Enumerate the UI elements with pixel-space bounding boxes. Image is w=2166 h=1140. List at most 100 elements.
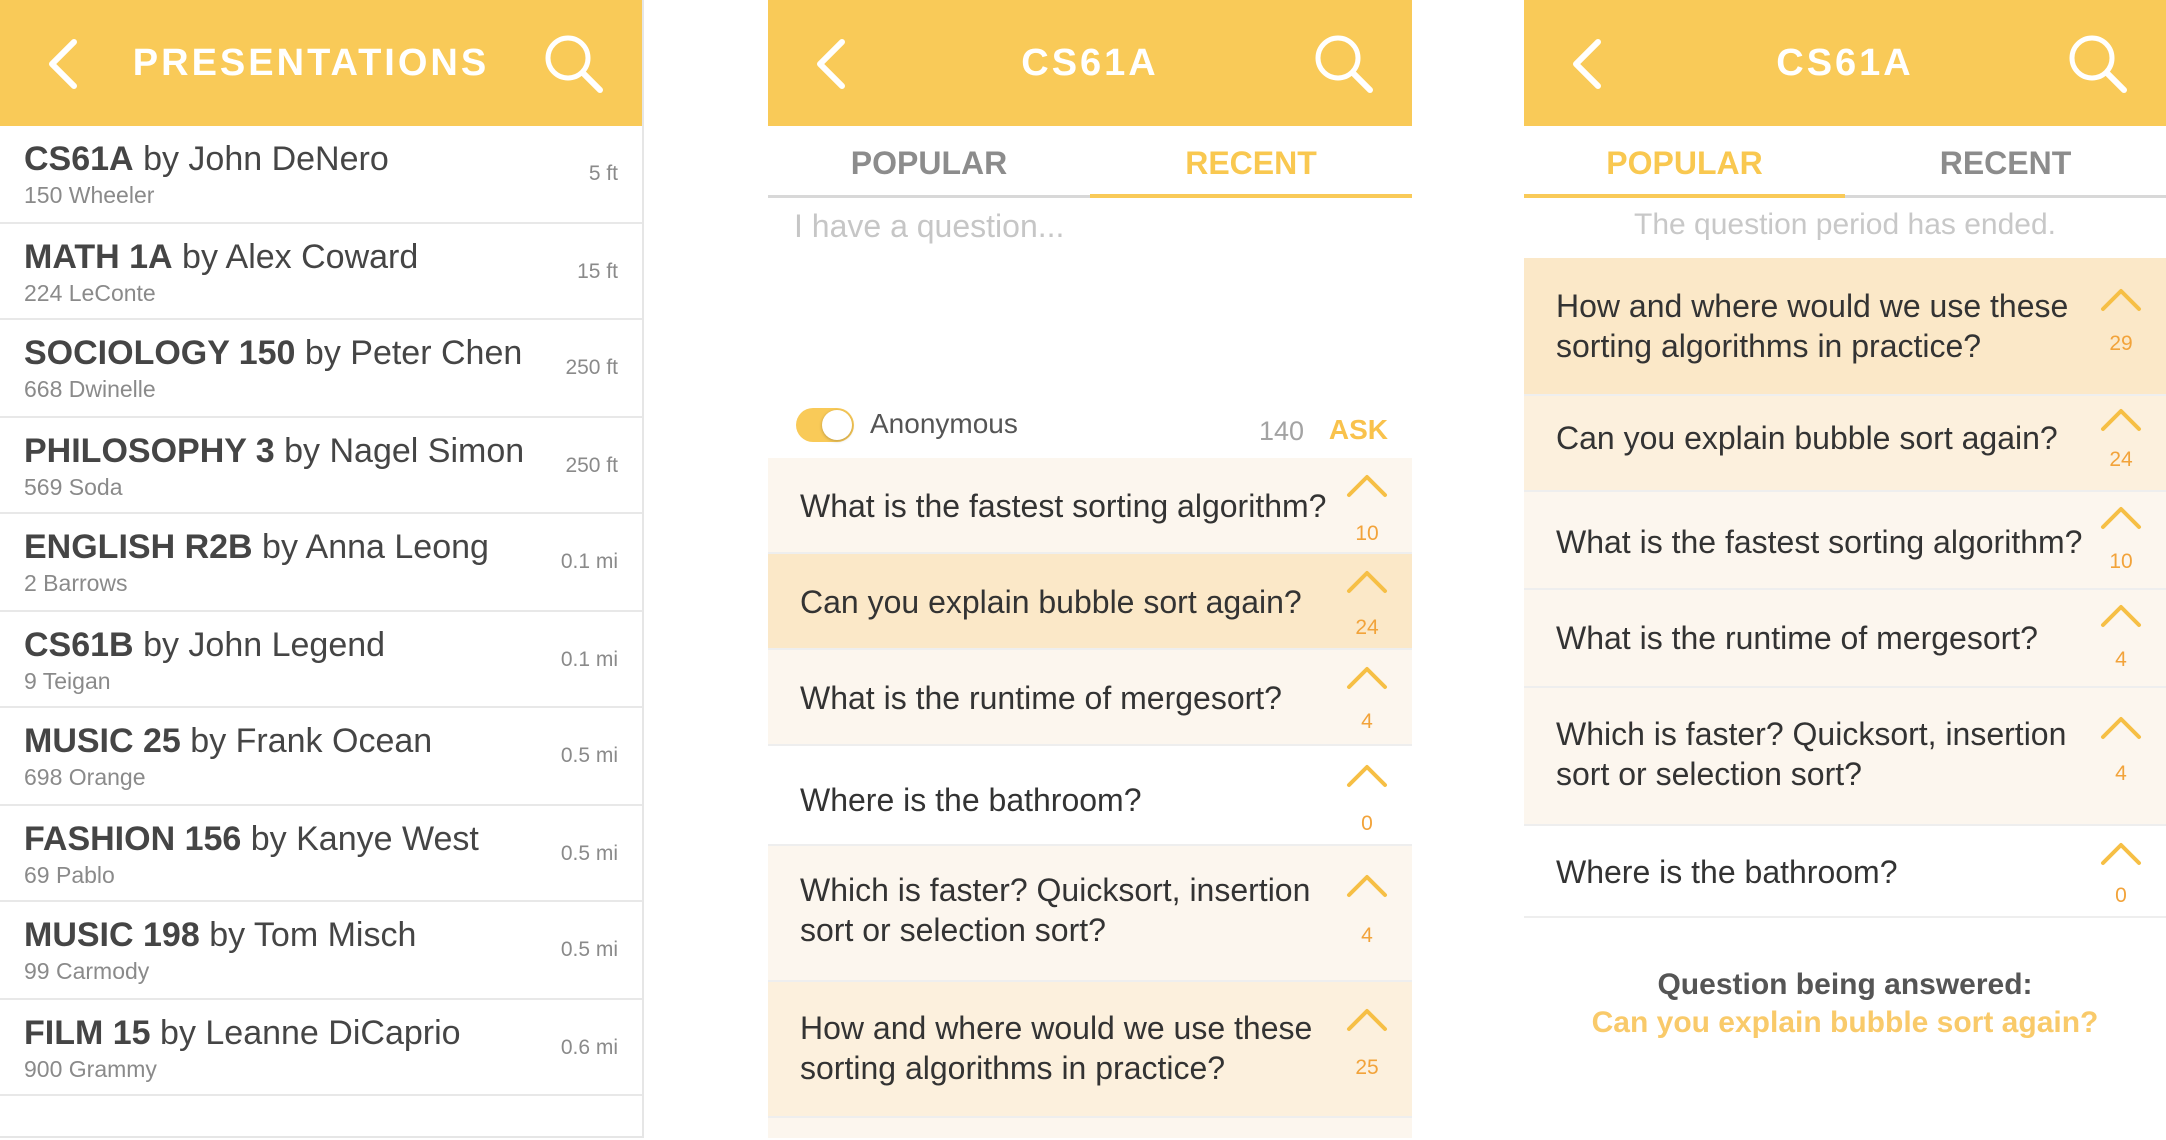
question-item[interactable]: Where is the bathroom? 0 bbox=[768, 746, 1412, 846]
course-name: CS61A bbox=[24, 140, 134, 178]
tab-underline bbox=[1524, 194, 1845, 198]
anonymous-toggle[interactable] bbox=[796, 408, 854, 442]
upvote-icon[interactable] bbox=[1346, 762, 1388, 788]
course-name: MUSIC 25 bbox=[24, 722, 181, 760]
distance: 250 ft bbox=[565, 454, 618, 477]
room-location: 9 Teigan bbox=[24, 668, 111, 694]
presenter-name: by John DeNero bbox=[143, 140, 389, 178]
question-text: What is the runtime of mergesort? bbox=[1556, 620, 2038, 656]
question-text: How and where would we use these sorting … bbox=[1556, 288, 2069, 364]
question-item[interactable]: Which is faster? Quicksort, insertion sor… bbox=[768, 846, 1412, 982]
upvote-icon[interactable] bbox=[1346, 872, 1388, 898]
presenter-name: by Tom Misch bbox=[209, 916, 417, 954]
upvote-icon[interactable] bbox=[2100, 714, 2142, 740]
sort-tabs: POPULAR RECENT bbox=[768, 126, 1412, 198]
upvote-icon[interactable] bbox=[1346, 1006, 1388, 1032]
presentation-item[interactable]: CS61B by John Legend 9 Teigan 0.1 mi bbox=[0, 612, 642, 708]
question-text: Where is the bathroom? bbox=[800, 782, 1142, 818]
class-questions-popular-screen: CS61A POPULAR RECENT The question period… bbox=[1524, 0, 2166, 1140]
presentation-item[interactable]: PHILOSOPHY 3 by Nagel Simon 569 Soda 250… bbox=[0, 418, 642, 514]
vote-count: 0 bbox=[1361, 812, 1373, 835]
presenter-name: by Peter Chen bbox=[304, 334, 523, 372]
upvote-icon[interactable] bbox=[2100, 286, 2142, 312]
question-item[interactable]: Which is faster? Quicksort, insertion sor… bbox=[1524, 688, 2166, 826]
vote-count: 0 bbox=[2115, 884, 2127, 907]
room-location: 69 Pablo bbox=[24, 862, 115, 888]
distance: 0.6 mi bbox=[560, 1036, 618, 1059]
question-list: How and where would we use these sorting … bbox=[1524, 258, 2166, 918]
answering-label: Question being answered: bbox=[1657, 968, 2033, 1001]
question-list: What is the fastest sorting algorithm? 1… bbox=[768, 458, 1412, 1138]
room-location: 698 Orange bbox=[24, 764, 146, 790]
upvote-icon[interactable] bbox=[1346, 568, 1388, 594]
distance: 15 ft bbox=[577, 260, 618, 283]
distance: 0.5 mi bbox=[560, 842, 618, 865]
ask-button[interactable]: ASK bbox=[1329, 414, 1388, 446]
upvote-icon[interactable] bbox=[1346, 664, 1388, 690]
vote-count: 24 bbox=[1355, 616, 1379, 639]
question-item[interactable]: What is the fastest sorting algorithm? 1… bbox=[1524, 492, 2166, 590]
upvote-icon[interactable] bbox=[2100, 504, 2142, 530]
tab-popular[interactable]: POPULAR bbox=[768, 126, 1090, 198]
tab-recent[interactable]: RECENT bbox=[1845, 126, 2166, 198]
anonymous-label: Anonymous bbox=[870, 408, 1018, 439]
vote-count: 4 bbox=[2115, 648, 2127, 671]
question-item[interactable]: How and where would we use these sorting … bbox=[768, 982, 1412, 1118]
vote-count: 4 bbox=[1361, 924, 1373, 947]
top-bar: PRESENTATIONS bbox=[0, 0, 642, 126]
question-item[interactable]: Can you explain bubble sort again? 24 bbox=[1524, 396, 2166, 492]
presentation-item[interactable]: FASHION 156 by Kanye West 69 Pablo 0.5 m… bbox=[0, 806, 642, 902]
question-item-partial[interactable] bbox=[768, 1118, 1412, 1138]
question-text: What is the fastest sorting algorithm? bbox=[1556, 524, 2083, 560]
upvote-icon[interactable] bbox=[1346, 472, 1388, 498]
search-icon[interactable] bbox=[2066, 32, 2128, 94]
question-item[interactable]: How and where would we use these sorting … bbox=[1524, 258, 2166, 396]
room-location: 224 LeConte bbox=[24, 280, 156, 306]
room-location: 900 Grammy bbox=[24, 1056, 157, 1082]
vote-count: 4 bbox=[2115, 762, 2127, 785]
presenter-name: by Nagel Simon bbox=[284, 432, 525, 470]
presentation-item[interactable]: FILM 15 by Leanne DiCaprio 900 Grammy 0.… bbox=[0, 1000, 642, 1096]
upvote-icon[interactable] bbox=[2100, 602, 2142, 628]
top-bar: CS61A bbox=[1524, 0, 2166, 126]
room-location: 99 Carmody bbox=[24, 958, 150, 984]
toggle-knob bbox=[822, 410, 852, 440]
presentation-item[interactable]: MUSIC 25 by Frank Ocean 698 Orange 0.5 m… bbox=[0, 708, 642, 806]
presentations-screen: PRESENTATIONS CS61A by John DeNero 150 W… bbox=[0, 0, 644, 1138]
presentation-item[interactable]: MATH 1A by Alex Coward 224 LeConte 15 ft bbox=[0, 224, 642, 320]
presentation-item[interactable]: ENGLISH R2B by Anna Leong 2 Barrows 0.1 … bbox=[0, 514, 642, 612]
presentation-item[interactable]: SOCIOLOGY 150 by Peter Chen 668 Dwinelle… bbox=[0, 320, 642, 418]
answering-question: Can you explain bubble sort again? bbox=[1591, 1006, 2099, 1039]
distance: 5 ft bbox=[588, 162, 618, 185]
room-location: 2 Barrows bbox=[24, 570, 128, 596]
question-item[interactable]: What is the runtime of mergesort? 4 bbox=[768, 650, 1412, 746]
upvote-icon[interactable] bbox=[2100, 406, 2142, 432]
question-text: Can you explain bubble sort again? bbox=[1556, 420, 2058, 456]
presentation-list: CS61A by John DeNero 150 Wheeler 5 ft MA… bbox=[0, 126, 642, 1096]
distance: 0.5 mi bbox=[560, 744, 618, 767]
search-icon[interactable] bbox=[1312, 32, 1374, 94]
search-icon[interactable] bbox=[542, 32, 604, 94]
presenter-name: by Leanne DiCaprio bbox=[160, 1014, 461, 1052]
upvote-icon[interactable] bbox=[2100, 840, 2142, 866]
tab-popular[interactable]: POPULAR bbox=[1524, 126, 1845, 198]
question-text: How and where would we use these sorting … bbox=[800, 1010, 1313, 1086]
question-text: Where is the bathroom? bbox=[1556, 854, 1898, 890]
distance: 0.1 mi bbox=[560, 550, 618, 573]
tab-underline bbox=[768, 195, 1090, 198]
presentation-item[interactable]: CS61A by John DeNero 150 Wheeler 5 ft bbox=[0, 126, 642, 224]
question-item[interactable]: What is the fastest sorting algorithm? 1… bbox=[768, 458, 1412, 554]
presenter-name: by John Legend bbox=[143, 626, 386, 664]
question-item[interactable]: Can you explain bubble sort again? 24 bbox=[768, 554, 1412, 650]
course-name: MATH 1A bbox=[24, 238, 173, 276]
question-item[interactable]: What is the runtime of mergesort? 4 bbox=[1524, 590, 2166, 688]
tab-recent[interactable]: RECENT bbox=[1090, 126, 1412, 198]
course-name: ENGLISH R2B bbox=[24, 528, 253, 566]
sort-tabs: POPULAR RECENT bbox=[1524, 126, 2166, 198]
course-name: MUSIC 198 bbox=[24, 916, 200, 954]
question-input[interactable]: I have a question... bbox=[794, 208, 1064, 245]
ask-controls: Anonymous 140 ASK bbox=[768, 398, 1412, 456]
question-item[interactable]: Where is the bathroom? 0 bbox=[1524, 826, 2166, 918]
presentation-item[interactable]: MUSIC 198 by Tom Misch 99 Carmody 0.5 mi bbox=[0, 902, 642, 1000]
vote-count: 10 bbox=[1355, 522, 1379, 545]
